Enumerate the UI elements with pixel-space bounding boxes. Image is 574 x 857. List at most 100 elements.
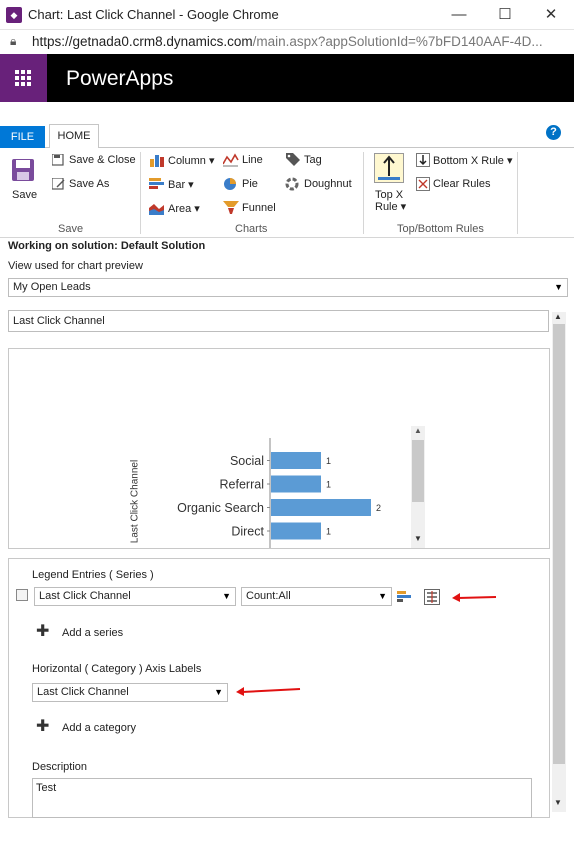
close-icon[interactable]: ✕ [540,4,562,26]
category-tick-label: Direct [231,525,264,539]
chart-bar[interactable] [271,452,321,469]
save-icon[interactable] [10,157,36,183]
top-x-label: Top X [375,189,404,201]
address-bar[interactable]: 🔒︎ https://getnada0.crm8.dynamics.com/ma… [0,30,574,54]
ribbon-divider [140,152,141,234]
add-category-link[interactable]: Add a category [62,722,136,734]
top-x-rule-icon [374,153,404,183]
doughnut-button[interactable]: Doughnut [304,178,352,190]
chart-scrollbar[interactable]: ▲ ▼ [411,426,425,548]
chart-name-input[interactable]: Last Click Channel [8,310,549,332]
view-selected-value: My Open Leads [13,281,91,293]
chart-bar[interactable] [271,522,321,540]
tab-home[interactable]: HOME [49,124,99,149]
rule-label: Rule [375,201,398,213]
y-axis-title: Last Click Channel [129,459,141,544]
area-label: Area [168,203,192,215]
bar-value-label: 1 [326,527,331,537]
help-icon[interactable]: ? [546,125,561,140]
bar-chart: Social 1 Referral 1 Organic Search 2 Direct 1 [177,438,381,548]
add-category-plus-icon[interactable]: ✚ [36,719,49,735]
save-as-icon [51,177,66,190]
chart-scroll-down-icon[interactable]: ▼ [414,534,422,543]
annotation-arrow [234,684,302,698]
solution-heading: Working on solution: Default Solution [8,240,206,252]
series-field-value: Last Click Channel [39,590,131,602]
app-title[interactable]: PowerApps [66,67,173,91]
bar-value-label: 2 [376,503,381,513]
lock-icon: 🔒︎ [10,34,17,48]
area-button[interactable]: Area ▾ [168,202,200,215]
dropdown-arrow-icon: ▼ [214,687,223,697]
category-field-select[interactable]: Last Click Channel ▼ [32,683,228,702]
topbottom-group-label: Top/Bottom Rules [397,223,484,235]
annotation-arrow [450,590,498,604]
save-as-button[interactable]: Save As [69,178,109,190]
scroll-up-icon[interactable]: ▲ [554,312,562,321]
tab-file[interactable]: FILE [0,126,45,148]
clear-rules-button[interactable]: Clear Rules [433,178,490,190]
chart-bar[interactable] [271,475,321,493]
save-group-label: Save [58,223,84,235]
chart-scroll-up-icon[interactable]: ▲ [414,426,422,435]
url-host: https://getnada0.crm8.dynamics.com [32,34,253,49]
line-chart-icon [222,153,239,167]
chart-y-axis-title: Last Click Channel [128,458,142,548]
app-launcher-icon[interactable] [0,54,47,102]
line-button[interactable]: Line [242,154,263,166]
ribbon-divider [363,152,364,234]
charts-group-label: Charts [235,223,268,235]
funnel-button[interactable]: Funnel [242,202,276,214]
clear-rules-icon [416,177,430,191]
url-path: /main.aspx?appSolutionId=%7bFD140AAF-4D.… [252,34,543,49]
save-close-icon [51,153,66,166]
browser-title-bar: ◆ Chart: Last Click Channel - Google Chr… [0,0,574,30]
maximize-icon[interactable]: ☐ [494,4,516,26]
pie-button[interactable]: Pie [242,178,258,190]
bottom-x-rule-button[interactable]: Bottom X Rule ▾ [433,154,513,167]
column-button[interactable]: Column ▾ [168,154,214,167]
series-field-select[interactable]: Last Click Channel ▼ [34,587,236,606]
dropdown-arrow-icon: ▼ [222,591,231,601]
page-scroll-thumb[interactable] [553,324,565,764]
chart-bar[interactable] [271,499,371,516]
save-button[interactable]: Save [12,189,37,201]
series-options-icon[interactable] [424,589,440,605]
category-tick-label: Organic Search [177,501,264,515]
add-series-link[interactable]: Add a series [62,627,123,639]
chart-area: Social 1 Referral 1 Organic Search 2 Direct 1 [140,438,410,548]
dropdown-arrow-icon: ▼ [554,282,563,292]
category-tick-label: Referral [220,478,264,492]
series-aggregate-select[interactable]: Count:All ▼ [241,587,392,606]
tag-button[interactable]: Tag [304,154,322,166]
area-chart-icon [149,201,165,215]
category-tick-label: Social [230,454,264,468]
funnel-chart-icon [223,201,239,215]
category-axis-label: Horizontal ( Category ) Axis Labels [32,663,202,675]
ribbon-divider [517,152,518,234]
series-checkbox[interactable] [16,589,28,601]
bottom-x-label: Bottom X Rule [433,155,504,167]
chart-scroll-thumb[interactable] [412,440,424,502]
pie-chart-icon [223,177,239,191]
bar-label: Bar [168,179,186,191]
column-label: Column [168,155,206,167]
bar-chart-icon [149,177,165,191]
url-text[interactable]: https://getnada0.crm8.dynamics.com/main.… [32,34,543,49]
scroll-down-icon[interactable]: ▼ [554,798,562,807]
top-x-rule-button[interactable]: Top X Rule ▾ [375,189,406,213]
add-series-plus-icon[interactable]: ✚ [36,624,49,640]
view-select[interactable]: My Open Leads ▼ [8,278,568,297]
bar-value-label: 1 [326,480,331,490]
page-scrollbar[interactable]: ▲ ▼ [552,312,566,812]
save-close-button[interactable]: Save & Close [69,154,136,166]
bar-button[interactable]: Bar ▾ [168,178,194,191]
minimize-icon[interactable]: — [448,4,470,26]
description-textarea[interactable]: Test [32,778,532,818]
series-aggregate-value: Count:All [246,590,291,602]
legend-entries-label: Legend Entries ( Series ) [32,569,154,581]
bottom-x-rule-icon [416,153,430,167]
category-field-value: Last Click Channel [37,686,129,698]
series-format-icon[interactable] [397,590,413,604]
tag-chart-icon [285,152,301,166]
